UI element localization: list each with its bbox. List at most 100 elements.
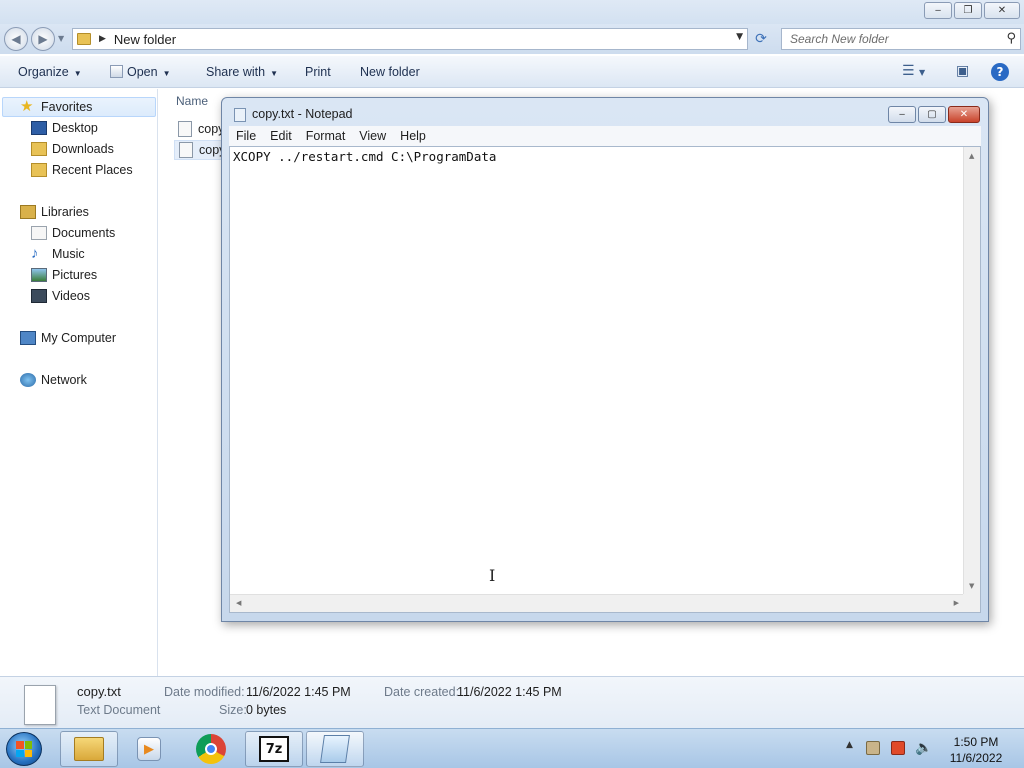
folder-icon: [77, 33, 91, 45]
organize-button[interactable]: Organize ▼: [18, 65, 82, 79]
back-arrow-icon: ◀: [11, 32, 21, 46]
taskbar-chrome[interactable]: [182, 731, 240, 767]
scroll-up-icon[interactable]: ▲: [969, 152, 974, 160]
videos-icon: [31, 289, 47, 303]
notepad-text-area[interactable]: XCOPY ../restart.cmd C:\ProgramData ▲ ▼ …: [229, 146, 981, 613]
forward-button[interactable]: ▶: [31, 27, 55, 51]
recent-pages-dropdown[interactable]: ▼: [58, 34, 64, 43]
menu-format[interactable]: Format: [299, 129, 353, 143]
start-button[interactable]: [6, 732, 42, 766]
menu-help[interactable]: Help: [393, 129, 433, 143]
notepad-close-button[interactable]: ✕: [948, 106, 980, 123]
date-modified-value: 11/6/2022 1:45 PM: [246, 685, 351, 699]
minimize-button[interactable]: ‒: [924, 2, 952, 19]
close-button[interactable]: ✕: [984, 2, 1020, 19]
share-with-button[interactable]: Share with ▼: [206, 65, 278, 79]
taskbar-explorer[interactable]: [60, 731, 118, 767]
show-hidden-icons-button[interactable]: ▲: [846, 740, 853, 750]
navigation-pane: ★ Favorites Desktop Downloads Recent Plac…: [0, 89, 158, 676]
libraries-icon: [20, 205, 36, 219]
notepad-maximize-button[interactable]: ▢: [918, 106, 946, 123]
notepad-minimize-button[interactable]: ‒: [888, 106, 916, 123]
nav-desktop[interactable]: Desktop: [31, 118, 98, 138]
chevron-down-icon: ▼: [919, 68, 926, 77]
menu-view[interactable]: View: [352, 129, 393, 143]
downloads-icon: [31, 142, 47, 156]
menu-edit[interactable]: Edit: [263, 129, 299, 143]
chevron-down-icon: ▼: [162, 69, 171, 78]
notepad-content[interactable]: XCOPY ../restart.cmd C:\ProgramData: [233, 149, 496, 164]
column-header-name[interactable]: Name: [176, 94, 208, 108]
address-dropdown-icon[interactable]: ▼: [736, 32, 743, 42]
back-button[interactable]: ◀: [4, 27, 28, 51]
nav-my-computer-label: My Computer: [41, 331, 117, 345]
7zip-icon: 7z: [259, 736, 289, 762]
taskbar-notepad[interactable]: [306, 731, 364, 767]
windows-logo-icon: [16, 741, 32, 757]
chevron-down-icon: ▼: [73, 69, 82, 78]
restore-button[interactable]: ❐: [954, 2, 982, 19]
notepad-menubar: File Edit Format View Help: [229, 126, 981, 146]
nav-documents[interactable]: Documents: [31, 223, 115, 243]
preview-pane-button[interactable]: ▣: [956, 63, 969, 79]
breadcrumb-arrow-icon[interactable]: ▶: [99, 34, 106, 44]
nav-downloads[interactable]: Downloads: [31, 139, 114, 159]
new-folder-button[interactable]: New folder: [360, 65, 420, 79]
nav-libraries[interactable]: Libraries: [20, 202, 89, 222]
print-button[interactable]: Print: [305, 65, 331, 79]
folder-icon: [74, 737, 104, 761]
nav-favorites-label: Favorites: [41, 100, 93, 114]
volume-icon[interactable]: 🔈: [915, 741, 932, 755]
search-placeholder: Search New folder: [790, 32, 889, 46]
network-tray-icon[interactable]: [866, 741, 880, 755]
scroll-left-icon[interactable]: ◀: [236, 599, 241, 607]
preview-pane-icon: ▣: [956, 63, 970, 79]
explorer-titlebar[interactable]: ‒ ❐ ✕: [0, 0, 1024, 24]
documents-icon: [31, 226, 47, 240]
address-row: ◀ ▶ ▼ ▶ New folder ▼ ⟳ Search New folder…: [0, 24, 1024, 54]
open-icon: [110, 65, 123, 78]
menu-file[interactable]: File: [229, 129, 263, 143]
nav-favorites[interactable]: ★ Favorites: [20, 97, 92, 117]
share-with-label: Share with: [206, 65, 266, 79]
notepad-title: copy.txt - Notepad: [252, 107, 353, 121]
nav-videos-label: Videos: [52, 289, 90, 303]
taskbar-7zip[interactable]: 7z: [245, 731, 303, 767]
address-bar[interactable]: ▶ New folder ▼: [72, 28, 748, 50]
refresh-button[interactable]: ⟳: [750, 28, 772, 50]
details-file-name: copy.txt: [77, 684, 121, 699]
date-created-value: 11/6/2022 1:45 PM: [457, 685, 562, 699]
action-center-icon[interactable]: [891, 741, 905, 755]
open-button[interactable]: Open ▼: [110, 65, 171, 79]
nav-network[interactable]: Network: [20, 370, 87, 390]
nav-videos[interactable]: Videos: [31, 286, 90, 306]
nav-downloads-label: Downloads: [52, 142, 114, 156]
organize-label: Organize: [18, 65, 69, 79]
forward-arrow-icon: ▶: [38, 32, 48, 46]
scroll-right-icon[interactable]: ▶: [954, 599, 959, 607]
nav-libraries-label: Libraries: [41, 205, 89, 219]
search-input[interactable]: Search New folder ⚲: [781, 28, 1021, 50]
nav-recent-places[interactable]: Recent Places: [31, 160, 133, 180]
nav-pictures[interactable]: Pictures: [31, 265, 97, 285]
resize-grip[interactable]: [963, 594, 980, 612]
change-view-button[interactable]: ☰ ▼: [902, 63, 925, 79]
horizontal-scrollbar[interactable]: ◀ ▶: [230, 594, 965, 612]
nav-music-label: Music: [52, 247, 85, 261]
vertical-scrollbar[interactable]: ▲ ▼: [963, 147, 980, 594]
taskbar-media-player[interactable]: ▶: [120, 731, 178, 767]
clock[interactable]: 1:50 PM 11/6/2022: [936, 734, 1016, 766]
star-icon: ★: [20, 98, 34, 115]
nav-music[interactable]: ♪ Music: [31, 244, 85, 264]
chrome-icon: [196, 734, 226, 764]
scroll-down-icon[interactable]: ▼: [969, 582, 974, 590]
explorer-window-controls: ‒ ❐ ✕: [924, 2, 1020, 19]
breadcrumb-current-folder[interactable]: New folder: [114, 32, 176, 47]
nav-documents-label: Documents: [52, 226, 116, 240]
search-icon[interactable]: ⚲: [1006, 31, 1016, 46]
batch-file-icon: [178, 121, 192, 137]
text-file-icon: [179, 142, 193, 158]
nav-my-computer[interactable]: My Computer: [20, 328, 116, 348]
size-value: 0 bytes: [246, 703, 287, 717]
help-icon[interactable]: ?: [991, 63, 1009, 81]
